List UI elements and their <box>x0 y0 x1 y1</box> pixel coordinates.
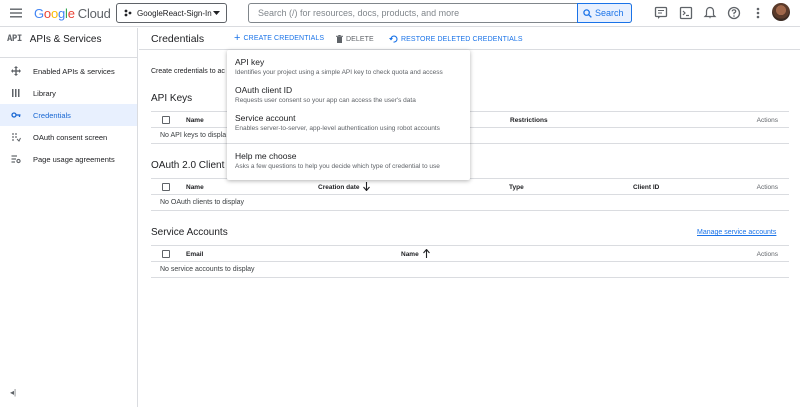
table-header: Email Name Actions <box>151 245 789 262</box>
api-keys-title: API Keys <box>151 93 193 104</box>
logo-google-text: Google <box>34 6 75 21</box>
more-vert-icon[interactable] <box>751 6 765 20</box>
sidebar-item-label: Credentials <box>33 110 71 120</box>
create-credentials-label: CREATE CREDENTIALS <box>243 35 325 42</box>
collapse-sidebar-icon[interactable]: ◂| <box>10 388 16 397</box>
service-accounts-table: Email Name Actions No service accounts t… <box>151 245 789 278</box>
search-button[interactable]: Search <box>577 3 632 23</box>
sidebar-item-label: Library <box>33 88 56 98</box>
sidebar-title: APIs & Services <box>29 33 102 45</box>
search-icon <box>583 8 592 18</box>
column-header-creation-date[interactable]: Creation date <box>318 184 360 191</box>
search-bar[interactable]: Search (/) for resources, docs, products… <box>248 3 632 23</box>
manage-service-accounts-link[interactable]: Manage service accounts <box>697 229 776 236</box>
oauth-clients-table: Name Creation date Type Client ID Action… <box>151 178 789 211</box>
menu-divider <box>227 143 470 144</box>
sidebar-item-library[interactable]: Library <box>0 82 137 104</box>
intro-text: Create credentials to ac <box>151 68 225 75</box>
menu-item-help-me-choose[interactable]: Help me choose Asks a few questions to h… <box>235 151 440 170</box>
column-header-name[interactable]: Name <box>186 117 204 124</box>
delete-label: DELETE <box>346 35 374 43</box>
oauth-clients-title: OAuth 2.0 Client I <box>151 160 230 171</box>
user-avatar[interactable] <box>772 3 790 21</box>
sidebar-header: API APIs & Services <box>0 28 137 50</box>
project-icon <box>124 9 132 17</box>
move-icon <box>11 66 21 76</box>
sidebar-item-page-usage[interactable]: Page usage agreements <box>0 148 137 170</box>
select-all-checkbox[interactable] <box>162 116 170 124</box>
menu-item-oauth-client-id[interactable]: OAuth client ID Requests user consent so… <box>235 85 416 104</box>
menu-item-api-key[interactable]: API key Identifies your project using a … <box>235 57 443 76</box>
menu-item-title: Service account <box>235 113 296 123</box>
project-name: GoogleReact-Sign-In <box>137 8 212 18</box>
create-credentials-menu: API key Identifies your project using a … <box>227 50 470 180</box>
sidebar-item-enabled-apis[interactable]: Enabled APIs & services <box>0 60 137 82</box>
help-icon[interactable] <box>727 6 741 20</box>
feedback-icon[interactable] <box>654 6 668 20</box>
menu-item-service-account[interactable]: Service account Enables server-to-server… <box>235 113 440 132</box>
menu-item-description: Requests user consent so your app can ac… <box>235 97 416 104</box>
sidebar-item-oauth-consent[interactable]: OAuth consent screen <box>0 126 137 148</box>
page-title: Credentials <box>151 33 205 45</box>
menu-item-title: OAuth client ID <box>235 85 293 95</box>
logo-cloud-text: Cloud <box>77 6 111 21</box>
sidebar-item-label: Enabled APIs & services <box>33 66 115 76</box>
sidebar-item-label: OAuth consent screen <box>33 132 108 142</box>
column-header-email[interactable]: Email <box>186 251 203 258</box>
library-icon <box>12 89 20 97</box>
select-all-checkbox[interactable] <box>162 250 170 258</box>
restore-deleted-button[interactable]: RESTORE DELETED CREDENTIALS <box>389 35 523 43</box>
service-accounts-title: Service Accounts <box>151 227 228 238</box>
hamburger-menu-icon[interactable] <box>9 6 23 20</box>
column-header-actions: Actions <box>756 251 778 258</box>
column-header-client-id: Client ID <box>633 184 660 191</box>
top-bar: Google Cloud GoogleReact-Sign-In Search (… <box>0 0 800 27</box>
select-all-checkbox[interactable] <box>162 183 170 191</box>
sidebar-item-label: Page usage agreements <box>33 154 115 164</box>
restore-label: RESTORE DELETED CREDENTIALS <box>401 35 523 43</box>
delete-button[interactable]: DELETE <box>336 35 374 43</box>
column-header-type: Type <box>509 184 524 191</box>
menu-item-description: Enables server-to-server, app-level auth… <box>235 125 440 132</box>
notifications-bell-icon[interactable] <box>703 6 717 20</box>
settings-list-icon <box>11 155 21 164</box>
sidebar-item-credentials[interactable]: Credentials <box>0 104 137 126</box>
column-header-name[interactable]: Name <box>401 251 419 258</box>
search-button-label: Search <box>595 8 624 18</box>
plus-icon: + <box>234 32 241 44</box>
arrow-up-icon[interactable] <box>423 249 430 258</box>
column-header-actions: Actions <box>756 117 778 124</box>
search-input[interactable]: Search (/) for resources, docs, products… <box>258 8 459 18</box>
consent-icon <box>12 133 21 142</box>
column-header-name[interactable]: Name <box>186 184 204 191</box>
sidebar: API APIs & Services Enabled APIs & servi… <box>0 28 138 407</box>
column-header-restrictions: Restrictions <box>510 117 548 124</box>
menu-item-title: Help me choose <box>235 151 297 161</box>
api-logo-icon: API <box>7 34 22 44</box>
action-bar: Credentials + CREATE CREDENTIALS DELETE … <box>139 28 800 50</box>
trash-icon <box>336 35 343 43</box>
menu-item-description: Asks a few questions to help you decide … <box>235 163 440 170</box>
sidebar-nav: Enabled APIs & services Library Credenti… <box>0 57 137 170</box>
google-cloud-logo[interactable]: Google Cloud <box>34 6 111 21</box>
arrow-down-icon[interactable] <box>363 182 370 191</box>
table-header: Name Creation date Type Client ID Action… <box>151 178 789 195</box>
empty-message: No service accounts to display <box>151 262 789 278</box>
restore-icon <box>389 35 398 43</box>
project-selector[interactable]: GoogleReact-Sign-In <box>116 3 227 23</box>
column-header-actions: Actions <box>756 184 778 191</box>
caret-down-icon <box>213 11 220 15</box>
cloud-shell-icon[interactable] <box>679 6 693 20</box>
menu-item-description: Identifies your project using a simple A… <box>235 69 443 76</box>
create-credentials-button[interactable]: + CREATE CREDENTIALS <box>234 32 325 44</box>
empty-message: No OAuth clients to display <box>151 195 789 211</box>
menu-item-title: API key <box>235 57 265 67</box>
key-icon <box>11 112 21 118</box>
